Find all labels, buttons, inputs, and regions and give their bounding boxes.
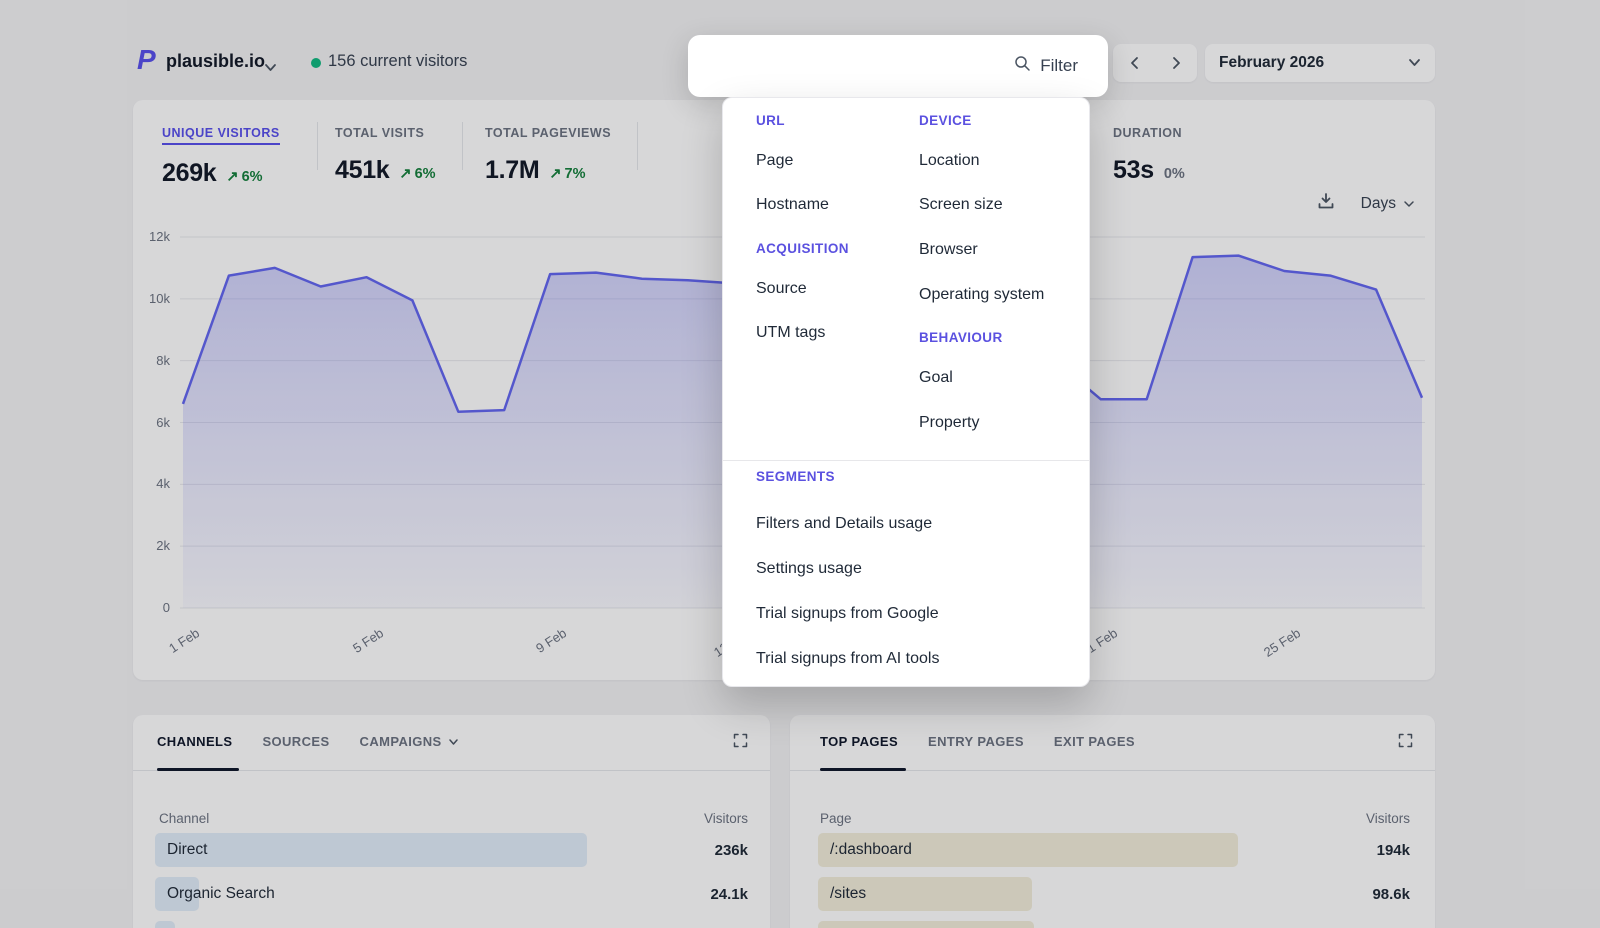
section-header-device: DEVICE — [919, 113, 972, 128]
section-header-url: URL — [756, 113, 785, 128]
filter-item-hostname[interactable]: Hostname — [756, 196, 829, 214]
filter-item-source[interactable]: Source — [756, 280, 807, 298]
filter-label: Filter — [1040, 56, 1078, 76]
search-icon — [1014, 55, 1031, 77]
segment-filters-details-usage[interactable]: Filters and Details usage — [756, 515, 932, 533]
segment-trial-signups-google[interactable]: Trial signups from Google — [756, 605, 939, 623]
filter-item-page[interactable]: Page — [756, 152, 793, 170]
segments-divider — [723, 460, 1089, 461]
filter-item-operating-system[interactable]: Operating system — [919, 286, 1044, 304]
filter-item-browser[interactable]: Browser — [919, 241, 978, 259]
filter-item-screen-size[interactable]: Screen size — [919, 196, 1003, 214]
filter-item-utm-tags[interactable]: UTM tags — [756, 324, 825, 342]
section-header-segments: SEGMENTS — [756, 469, 835, 484]
segment-settings-usage[interactable]: Settings usage — [756, 560, 862, 578]
filter-item-property[interactable]: Property — [919, 414, 979, 432]
section-header-acquisition: ACQUISITION — [756, 241, 849, 256]
filter-item-goal[interactable]: Goal — [919, 369, 953, 387]
segment-trial-signups-ai-tools[interactable]: Trial signups from AI tools — [756, 650, 939, 668]
filter-dropdown-panel: URL Page Hostname ACQUISITION Source UTM… — [722, 97, 1090, 687]
filter-item-location[interactable]: Location — [919, 152, 980, 170]
section-header-behaviour: BEHAVIOUR — [919, 330, 1003, 345]
filter-search-bar[interactable]: Filter — [688, 35, 1108, 97]
